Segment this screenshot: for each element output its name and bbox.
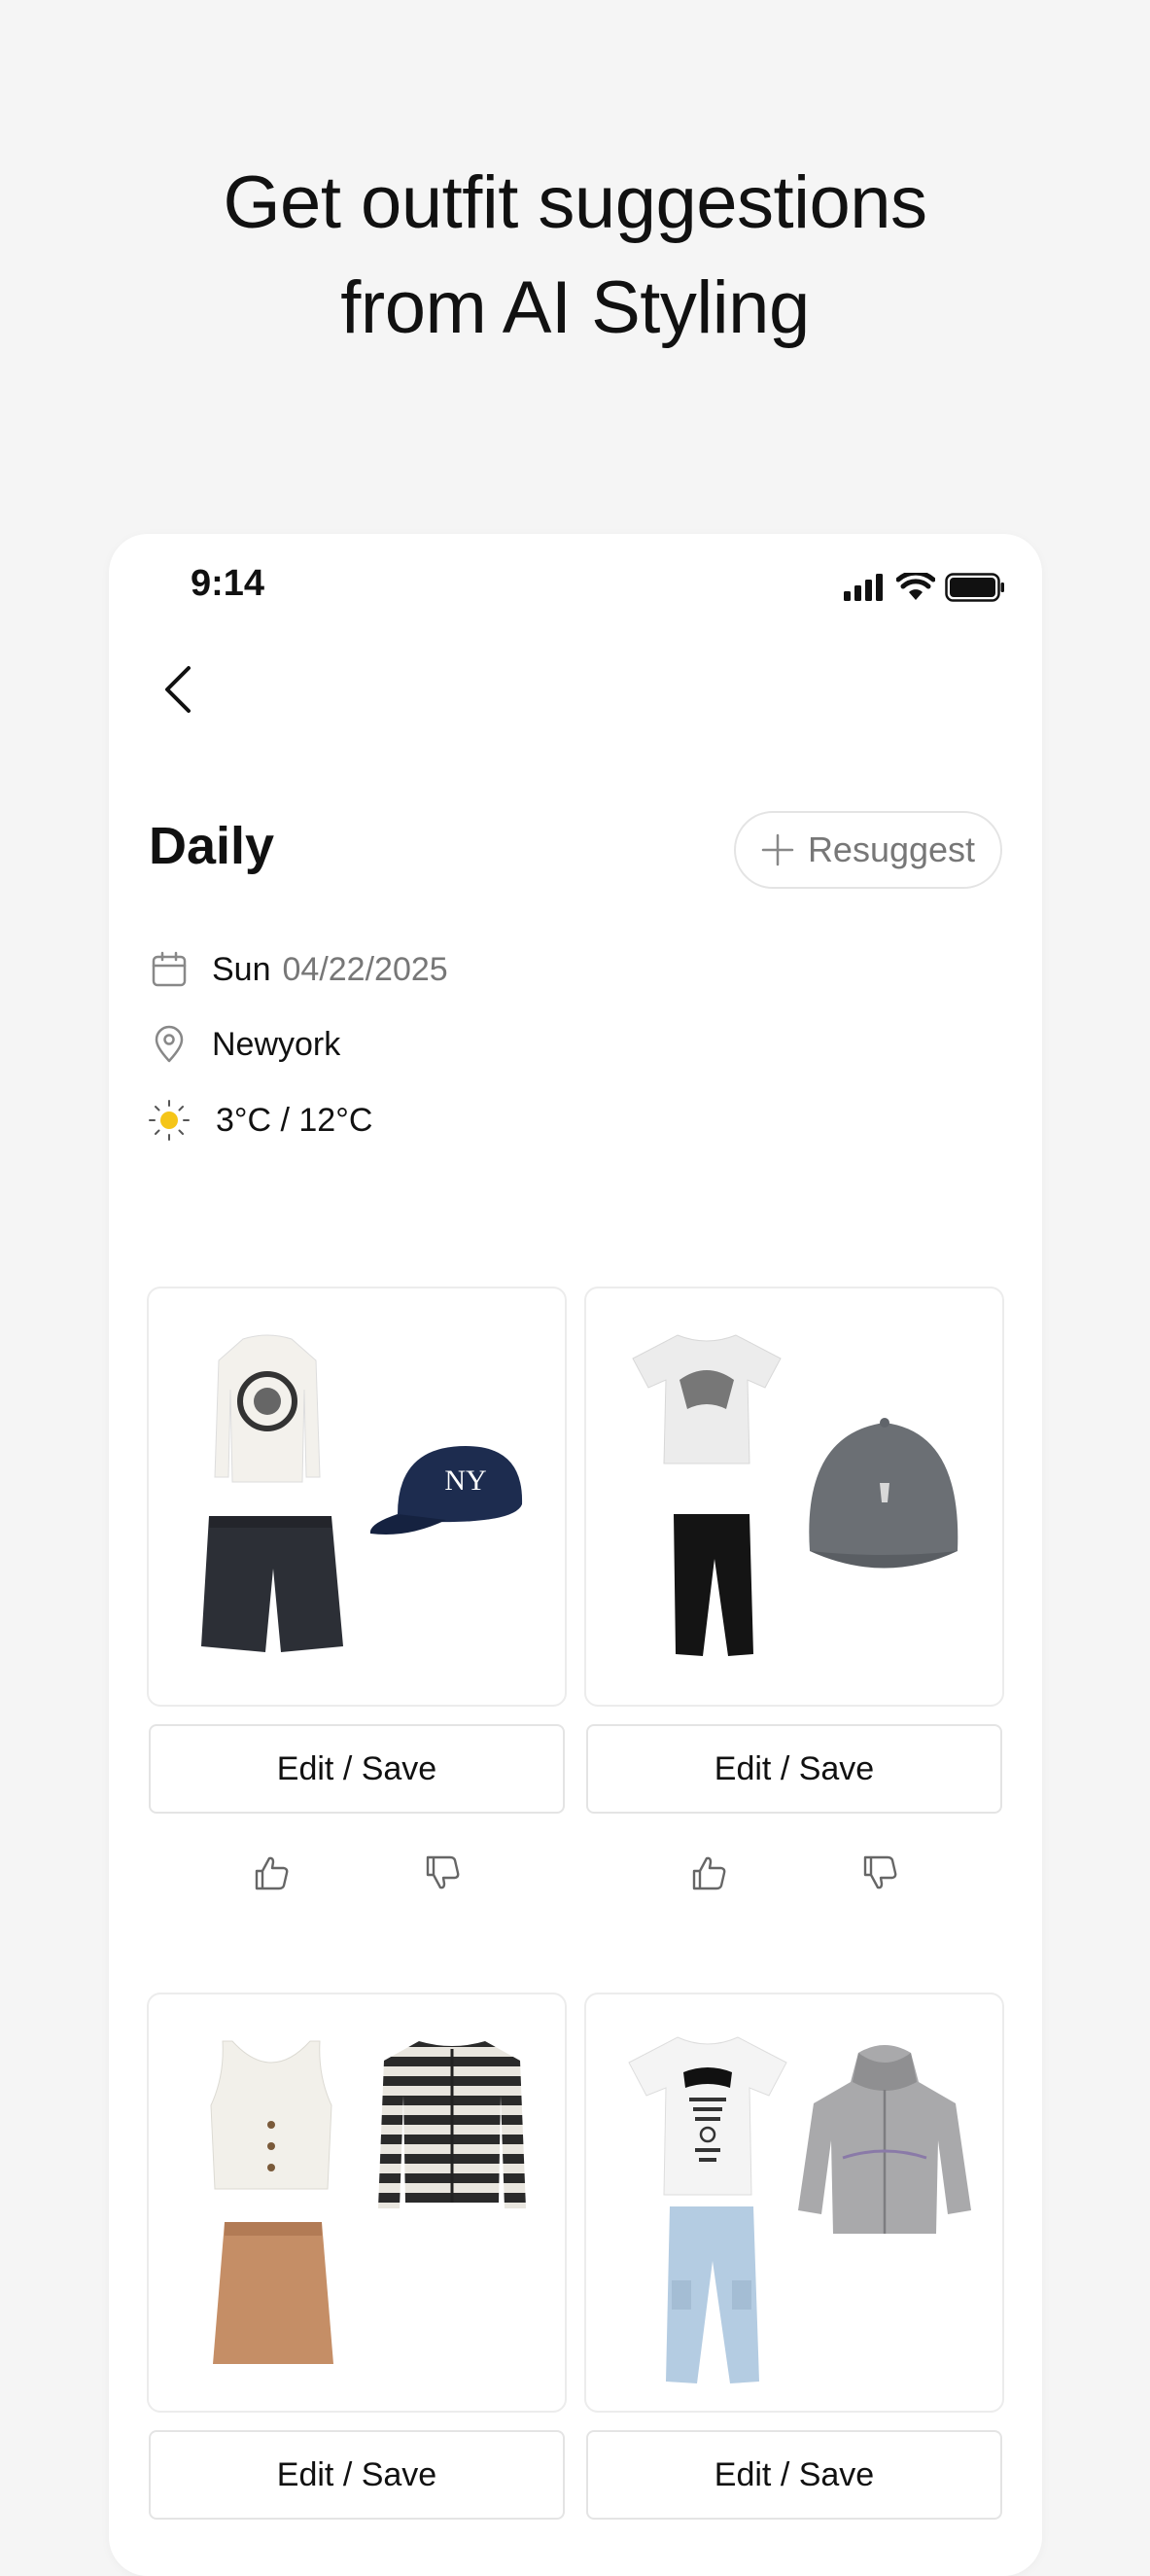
thumbs-down-icon [426,1855,460,1889]
sweater-image [214,1334,321,1483]
edit-save-button[interactable]: Edit / Save [149,1724,565,1814]
resuggest-label: Resuggest [807,829,976,869]
hoodie-image [798,2045,971,2234]
page-title: Daily [149,817,275,875]
edit-save-button[interactable]: Edit / Save [586,1724,1002,1814]
outfit-card: Edit / Save [584,1993,1004,2520]
date-row: Sun 04/22/2025 [148,948,448,991]
promo-headline: Get outfit suggestions from AI Styling [0,151,1150,361]
outfit-image[interactable] [584,1993,1004,2413]
weather-row: 3°C / 12°C [148,1099,372,1142]
temperature-value: 3°C / 12°C [216,1101,373,1139]
thumbs-up-button[interactable] [249,1851,294,1895]
map-pin-icon [148,1023,191,1066]
thumbs-up-button[interactable] [686,1851,731,1895]
location-row: Newyork [148,1023,340,1066]
shorts-image [201,1516,343,1652]
thumbs-up-icon [692,1856,726,1890]
tshirt-image [632,1334,782,1464]
edit-save-button[interactable]: Edit / Save [586,2430,1002,2520]
plus-icon [761,833,794,866]
tank-top-image [210,2040,332,2190]
cap-image: NY [369,1446,523,1535]
location-value: Newyork [212,1025,341,1063]
logo-tshirt-image [628,2036,787,2196]
outfit-image[interactable] [584,1287,1004,1707]
wifi-icon [896,573,935,600]
cardigan-image [378,2041,526,2208]
resuggest-button[interactable]: Resuggest [734,811,1002,889]
edit-save-button[interactable]: Edit / Save [149,2430,565,2520]
sun-icon [148,1099,191,1142]
phone-screen: 9:14 Daily Resuggest Sun 04/22/2025 Newy… [109,534,1042,2576]
outfit-row-1: NY Edit / Save Edit / Save [147,1287,1004,1899]
thumbs-down-button[interactable] [420,1851,465,1895]
chevron-left-icon [165,666,191,713]
thumbs-up-icon [255,1856,289,1890]
calendar-icon [148,948,191,991]
date-value: 04/22/2025 [282,950,448,988]
outfit-card: Edit / Save [584,1287,1004,1899]
back-button[interactable] [152,660,210,719]
outfit-card: NY Edit / Save [147,1287,567,1899]
outfit-image[interactable] [147,1993,567,2413]
status-icons [844,573,1005,602]
headline-line-2: from AI Styling [340,266,810,349]
outfit-card: Edit / Save [147,1993,567,2520]
thumbs-down-button[interactable] [857,1851,902,1895]
rating-row [147,1851,567,1899]
date-day: Sun [212,950,271,988]
skirt-image [213,2222,333,2364]
svg-text:NY: NY [444,1464,486,1497]
cap-image [809,1418,958,1569]
headline-line-1: Get outfit suggestions [223,161,927,244]
cellular-signal-icon [844,574,883,601]
pants-image [674,1514,753,1656]
cargo-jeans-image [666,2206,759,2383]
outfit-row-2: Edit / Save Edit / Save [147,1993,1004,2520]
status-time: 9:14 [191,563,265,604]
battery-icon [945,573,1004,602]
rating-row [584,1851,1004,1899]
outfit-image[interactable]: NY [147,1287,567,1707]
thumbs-down-icon [863,1855,897,1889]
